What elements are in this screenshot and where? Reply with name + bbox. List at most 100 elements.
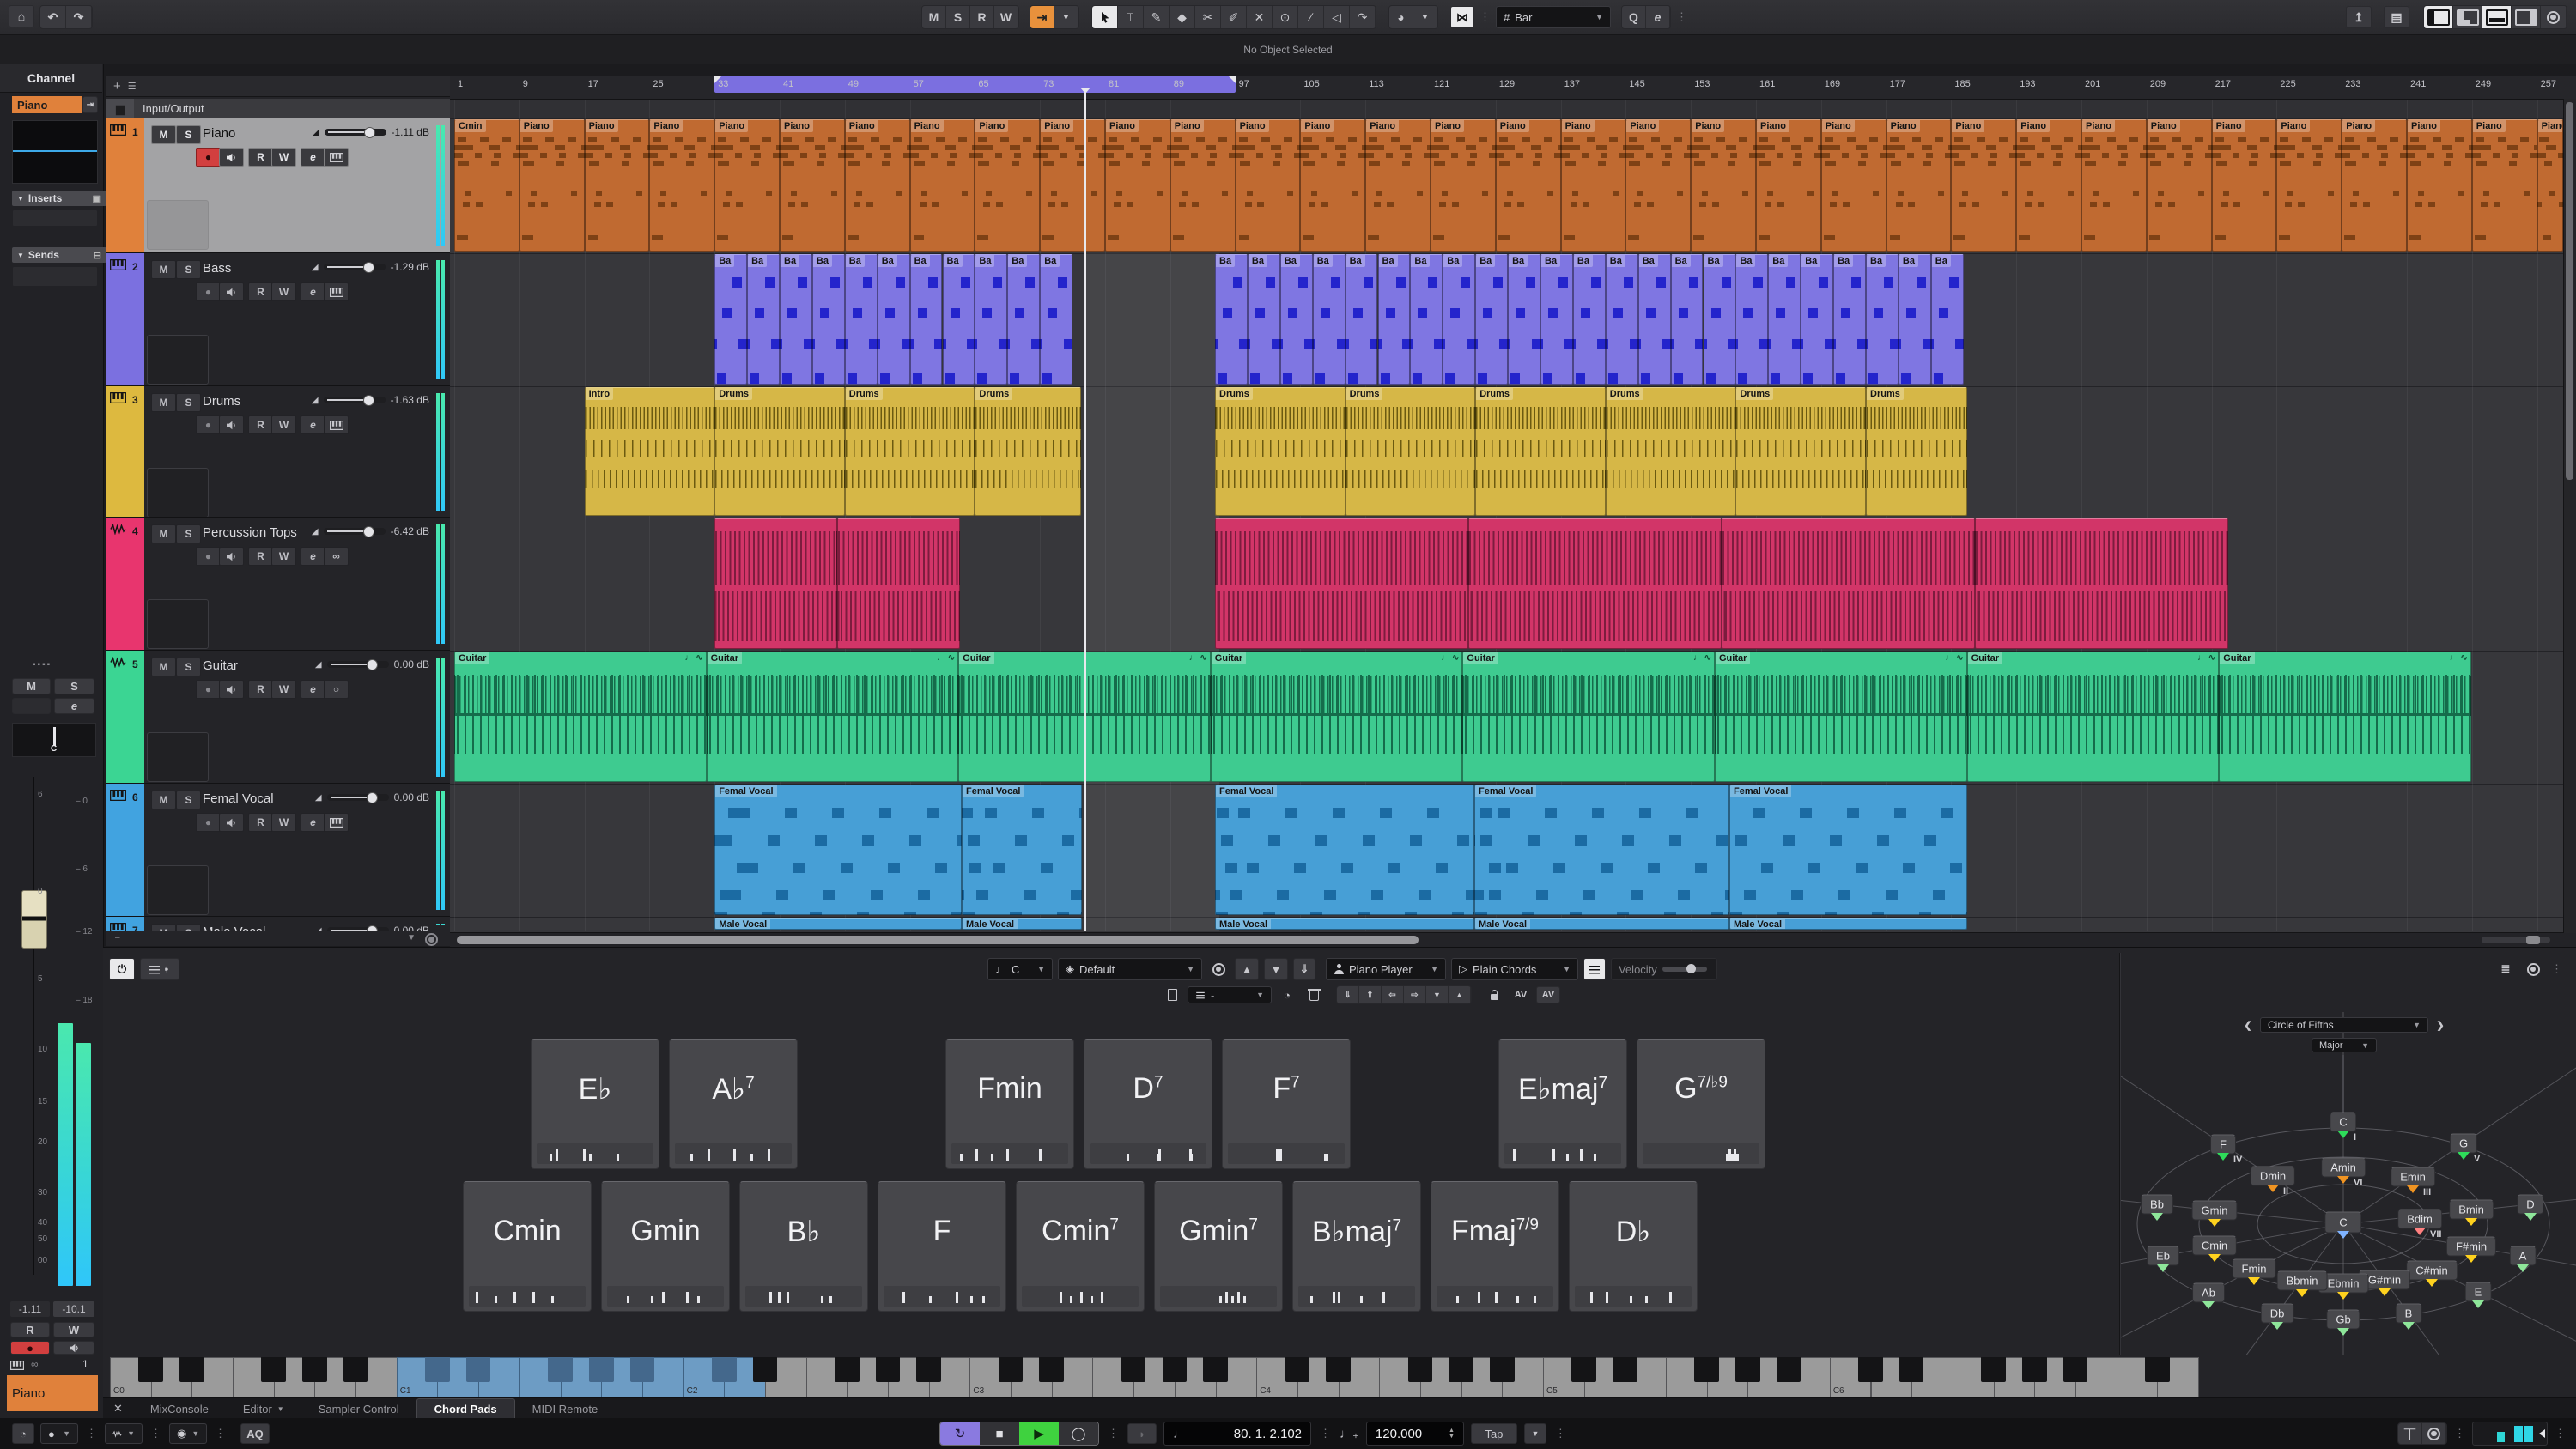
clip-piano[interactable]: Piano [1496, 119, 1561, 252]
preroll-button[interactable]: ◗ [1127, 1423, 1157, 1444]
onscreen-keyboard-button[interactable]: ▤ [2384, 6, 2409, 28]
track-read-button[interactable]: R [248, 415, 273, 434]
track-list-bottom-controls[interactable]: –▼ [106, 933, 450, 945]
track-write-button[interactable]: W [271, 282, 296, 301]
clip-femal-vocal[interactable]: Femal Vocal [1474, 785, 1729, 915]
meter-value-peak[interactable]: -1.11 [10, 1301, 50, 1317]
range-selection-tool[interactable]: ⌶ [1118, 6, 1144, 28]
time-display-button[interactable]: ◔ [12, 1423, 34, 1444]
preset-dropdown[interactable]: ◈Default▼ [1058, 958, 1202, 980]
track-mute-button[interactable]: M [151, 393, 176, 412]
clip-male-vocal[interactable]: Male Vocal [962, 918, 1082, 930]
clip-male-vocal[interactable]: Male Vocal [1215, 918, 1474, 930]
cof-node-Cmin[interactable]: Cmin [2192, 1236, 2237, 1256]
tempo-stepper[interactable]: ▲▼ [1449, 1428, 1455, 1440]
clip-ba[interactable]: Ba [910, 254, 943, 385]
track-monitor-button[interactable] [219, 148, 244, 167]
clip-ba[interactable]: Ba [1606, 254, 1638, 385]
clip-piano[interactable]: Piano [910, 119, 975, 252]
clip-piano[interactable]: Piano [2016, 119, 2081, 252]
object-selection-tool[interactable] [1092, 6, 1118, 28]
cof-node-D[interactable]: D [2517, 1195, 2543, 1215]
pad-copy-button[interactable] [1161, 986, 1183, 1003]
automation-s-button[interactable]: S [946, 6, 970, 28]
record-button[interactable]: ◯ [1059, 1422, 1098, 1445]
clip-ba[interactable]: Ba [1040, 254, 1072, 385]
track-mute-button[interactable]: M [151, 791, 176, 809]
pad-move-right-button[interactable]: ⇨ [1404, 986, 1426, 1003]
cof-node-Fsmin[interactable]: F#min [2446, 1237, 2496, 1257]
clip-piano[interactable]: Piano [2147, 119, 2212, 252]
channel-footer-label[interactable]: Piano [7, 1375, 98, 1411]
draw-tool[interactable]: ✎ [1144, 6, 1170, 28]
cof-node-Db[interactable]: Db [2261, 1304, 2294, 1324]
track-solo-button[interactable]: S [176, 393, 201, 412]
cof-node-Dmin[interactable]: Dmin [2251, 1167, 2295, 1186]
cof-node-Emin[interactable]: Emin [2391, 1167, 2435, 1187]
volume-slider[interactable] [327, 927, 389, 931]
track-header-femal-vocal[interactable]: 6MSFemal Vocal◢0.00 dB●RWe [106, 784, 450, 917]
track-monitor-button[interactable] [219, 680, 244, 699]
clip-piano[interactable]: Piano [1625, 119, 1691, 252]
clip-ba[interactable]: Ba [845, 254, 878, 385]
chord-pad-A7[interactable]: A♭7 [669, 1039, 798, 1169]
undo-button[interactable]: ↶ [40, 6, 66, 28]
adaptive-voicing-button[interactable] [1583, 958, 1606, 980]
playhead[interactable] [1084, 93, 1086, 931]
clip-guitar[interactable]: Guitar♩ ∿ [2219, 652, 2471, 782]
pan-control[interactable]: C [12, 723, 96, 757]
piano-key-black[interactable] [1039, 1357, 1064, 1382]
tab-midi-remote[interactable]: MIDI Remote [515, 1398, 616, 1419]
clip-piano[interactable]: Piano [1105, 119, 1170, 252]
track-solo-button[interactable]: S [176, 260, 201, 279]
piano-key-black[interactable] [138, 1357, 163, 1382]
assistant-next-button[interactable]: ❯ [2432, 1017, 2449, 1033]
piano-key-black[interactable] [343, 1357, 368, 1382]
clip-ba[interactable]: Ba [878, 254, 910, 385]
clip-drums[interactable]: Drums [1215, 387, 1346, 516]
clip-femal-vocal[interactable]: Femal Vocal [1729, 785, 1967, 915]
track-write-button[interactable]: W [271, 813, 296, 832]
meter-value-channel[interactable]: -10.1 [53, 1301, 94, 1317]
midi-record-dropdown[interactable]: ◉▼ [169, 1423, 207, 1444]
clip-drums[interactable]: Drums [1866, 387, 1967, 516]
track-edit-channel-button[interactable]: e [301, 415, 325, 434]
chord-pad-Cmin7[interactable]: Cmin7 [1016, 1181, 1145, 1312]
metronome-button[interactable]: ⏉ [2398, 1423, 2422, 1444]
pads-lock-button[interactable] [1483, 986, 1505, 1003]
track-monitor-button[interactable] [219, 813, 244, 832]
stop-button[interactable]: ■ [980, 1422, 1019, 1445]
toolbar-kebab[interactable]: ⋮ [1674, 10, 1689, 24]
read-automation-button[interactable]: R [10, 1322, 50, 1337]
assistant-prev-button[interactable]: ❮ [2239, 1017, 2257, 1033]
track-mute-button[interactable]: M [151, 524, 176, 543]
clip-piano[interactable]: Piano [1040, 119, 1105, 252]
clip-drums[interactable]: Drums [975, 387, 1081, 516]
line-tool[interactable]: ∕ [1298, 6, 1324, 28]
piano-key-black[interactable] [876, 1357, 901, 1382]
clip-piano[interactable]: Piano [2212, 119, 2277, 252]
horizontal-scrollbar[interactable] [450, 932, 2576, 947]
save-preset-button[interactable]: ⇓ [1293, 958, 1315, 980]
color-tool[interactable]: ◕ [1389, 6, 1413, 28]
clip-ba[interactable]: Ba [1280, 254, 1313, 385]
clip-audio[interactable] [1975, 518, 2228, 649]
clip-drums[interactable]: Drums [845, 387, 975, 516]
chord-pad-G79[interactable]: G7/♭9 [1637, 1039, 1765, 1169]
clip-piano[interactable]: Piano [1886, 119, 1952, 252]
piano-key-black[interactable] [466, 1357, 491, 1382]
tap-tempo-button[interactable]: Tap [1471, 1423, 1517, 1444]
track-record-arm-button[interactable]: ● [196, 282, 221, 301]
clip-male-vocal[interactable]: Male Vocal [714, 918, 962, 930]
chord-assistant-settings-button[interactable] [2522, 958, 2544, 980]
punch-in-button[interactable]: ⇥ [1030, 6, 1054, 28]
clip-ba[interactable]: Ba [1704, 254, 1736, 385]
eq-curve-display[interactable] [12, 120, 98, 184]
adaptive-voicing-reference-button[interactable]: AV [1536, 986, 1560, 1003]
clip-ba[interactable]: Ba [1508, 254, 1540, 385]
lower-zone-toggle[interactable] [2482, 6, 2512, 28]
chord-pad-F7[interactable]: F7 [1222, 1039, 1351, 1169]
clip-guitar[interactable]: Guitar♩ ∿ [1462, 652, 1715, 782]
clip-ba[interactable]: Ba [1346, 254, 1378, 385]
volume-slider[interactable] [325, 129, 386, 136]
